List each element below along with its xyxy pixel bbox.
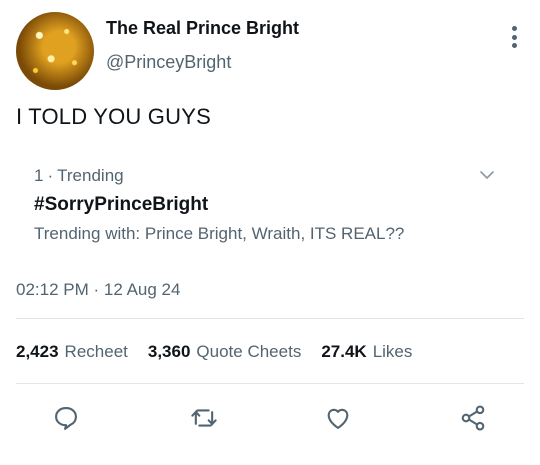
more-vertical-icon: [511, 43, 517, 48]
recheet-icon: [191, 409, 217, 427]
recheet-label: Recheet: [64, 342, 128, 361]
recheet-count: 2,423: [16, 342, 59, 361]
quote-stat[interactable]: 3,360 Quote Cheets: [148, 342, 301, 362]
reply-button[interactable]: [48, 400, 84, 436]
recheet-button[interactable]: [186, 400, 222, 436]
tweet-timestamp[interactable]: 02:12 PM · 12 Aug 24: [16, 280, 180, 300]
reply-icon: [55, 407, 77, 430]
more-options-button[interactable]: [510, 26, 518, 48]
divider: [16, 383, 524, 384]
divider: [16, 318, 524, 319]
quote-count: 3,360: [147, 342, 191, 361]
tweet-text: I TOLD YOU GUYS: [16, 104, 211, 129]
share-button[interactable]: [455, 400, 491, 436]
quote-label: Quote Cheets: [196, 342, 302, 361]
heart-icon: [327, 408, 349, 429]
trend-rank: 1: [34, 166, 44, 185]
recheet-stat[interactable]: 2,423 Recheet: [16, 342, 128, 362]
trend-label: Trending: [57, 166, 124, 185]
engagement-stats: 2,423 Recheet 3,360 Quote Cheets 27.4K Like…: [16, 342, 412, 362]
share-icon: [461, 405, 485, 431]
trend-hashtag[interactable]: #SorryPrinceBright: [34, 194, 208, 216]
display-name[interactable]: The Real Prince Bright: [106, 18, 299, 39]
trend-related: Trending with: Prince Bright, Wraith, IT…: [34, 224, 405, 243]
user-handle[interactable]: @PrinceyBright: [106, 52, 231, 73]
likes-label: Likes: [372, 342, 413, 361]
more-vertical-icon: [511, 34, 517, 40]
more-vertical-icon: [511, 26, 517, 31]
trend-card[interactable]: 1 · Trending #SorryPrinceBright Trending w…: [16, 150, 524, 262]
likes-stat[interactable]: 27.4K Likes: [321, 342, 412, 362]
chevron-down-icon[interactable]: [480, 168, 494, 182]
likes-count: 27.4K: [321, 342, 367, 361]
trend-meta: 1 · Trending: [34, 166, 124, 186]
trend-separator: ·: [47, 166, 54, 185]
avatar[interactable]: [16, 12, 94, 90]
action-bar: [0, 400, 540, 440]
like-button[interactable]: [320, 400, 356, 436]
